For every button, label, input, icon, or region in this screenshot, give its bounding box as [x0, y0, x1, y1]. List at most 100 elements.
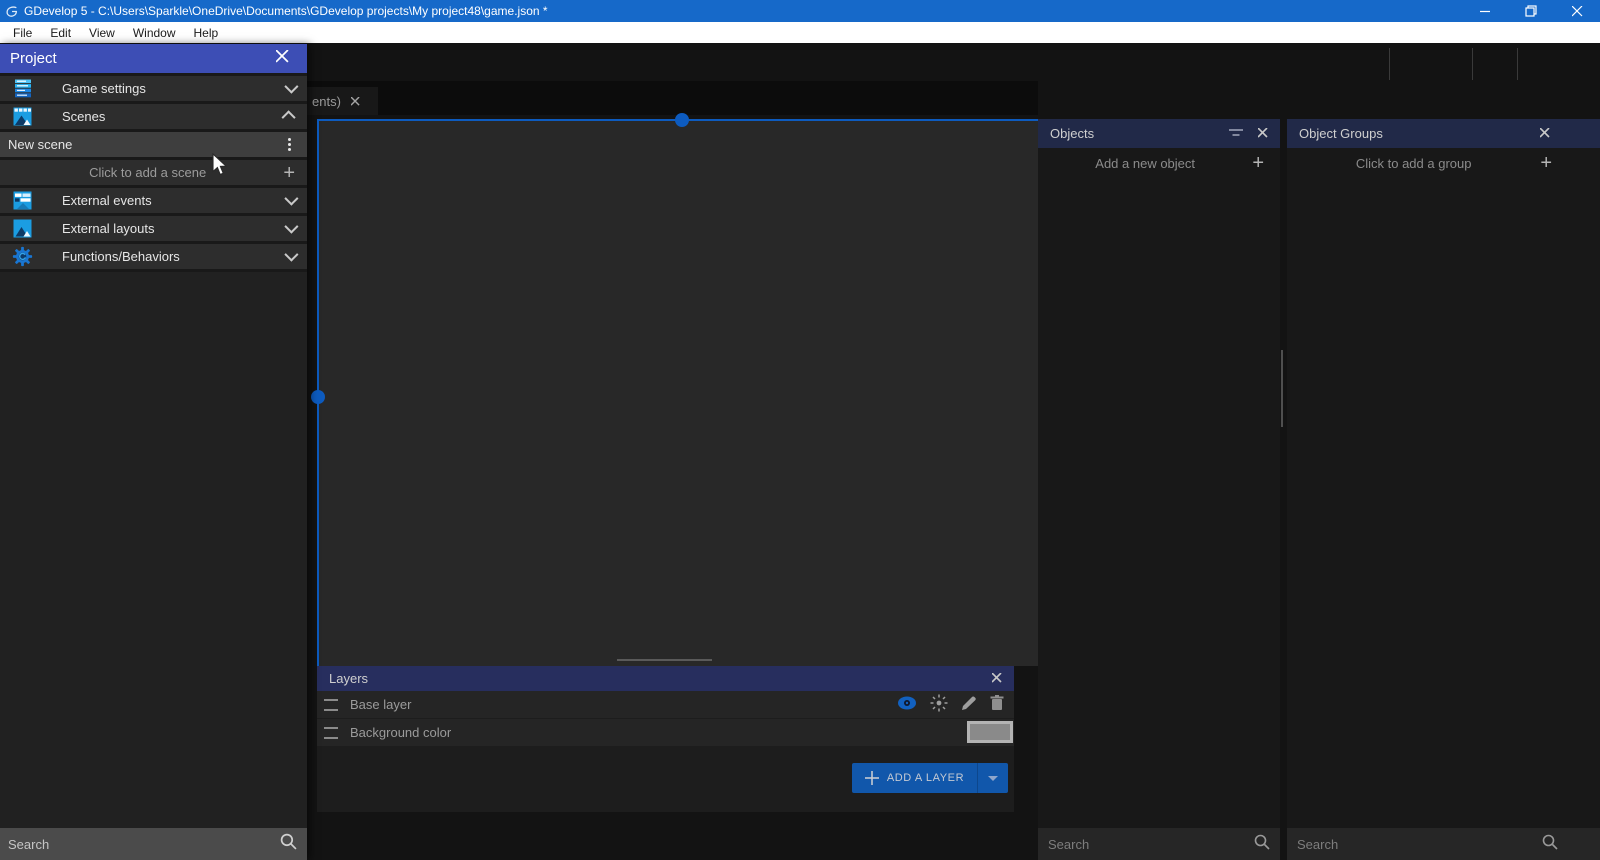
- panel-resize-handle[interactable]: [1281, 350, 1283, 427]
- project-search-input[interactable]: [0, 836, 280, 853]
- object-groups-search-input[interactable]: [1287, 837, 1542, 852]
- menu-view[interactable]: View: [80, 22, 124, 43]
- project-search-bar: [0, 828, 307, 860]
- project-item-external-events[interactable]: External events: [0, 188, 307, 216]
- objects-panel-title: Objects: [1050, 126, 1094, 141]
- object-groups-panel-header: Object Groups: [1287, 119, 1600, 148]
- effects-icon[interactable]: [930, 694, 948, 715]
- layer-row-background[interactable]: Background color: [317, 719, 1014, 747]
- window-title: GDevelop 5 - C:\Users\Sparkle\OneDrive\D…: [24, 4, 548, 18]
- edit-pencil-icon[interactable]: [961, 695, 977, 714]
- project-item-game-settings[interactable]: Game settings: [0, 76, 307, 104]
- menu-help[interactable]: Help: [185, 22, 228, 43]
- chevron-down-icon[interactable]: [285, 81, 295, 96]
- scenes-icon: [12, 106, 33, 127]
- selection-handle-top[interactable]: [675, 113, 689, 127]
- background-color-swatch[interactable]: [967, 721, 1013, 743]
- drag-handle-icon[interactable]: [324, 699, 338, 711]
- toolbar-divider: [1517, 48, 1518, 80]
- layer-name: Background color: [350, 725, 451, 740]
- add-group-label: Click to add a group: [1287, 156, 1540, 171]
- project-item-external-layouts[interactable]: External layouts: [0, 216, 307, 244]
- project-tree: Game settings Scenes New scene: [0, 73, 307, 272]
- more-options-icon[interactable]: [288, 138, 295, 151]
- objects-close-icon[interactable]: [1258, 126, 1268, 141]
- game-settings-icon: [12, 78, 33, 99]
- scene-item-new-scene[interactable]: New scene: [0, 132, 307, 160]
- add-layer-button[interactable]: ADD A LAYER: [852, 763, 1008, 793]
- chevron-down-icon[interactable]: [285, 193, 295, 208]
- add-layer-dropdown[interactable]: [977, 763, 1008, 793]
- add-scene-row[interactable]: Click to add a scene +: [0, 160, 307, 188]
- project-panel: Project Game settings: [0, 44, 307, 860]
- project-close-icon[interactable]: [276, 50, 297, 67]
- project-item-scenes[interactable]: Scenes: [0, 104, 307, 132]
- project-item-label: External events: [62, 193, 152, 208]
- external-layouts-icon: [12, 218, 33, 239]
- close-window-button[interactable]: [1554, 0, 1600, 22]
- tab-label: ents): [312, 94, 341, 109]
- window-controls: [1462, 0, 1600, 22]
- tab-close-icon[interactable]: [351, 94, 360, 109]
- layer-name: Base layer: [350, 697, 411, 712]
- layers-panel-header: Layers: [317, 666, 1014, 691]
- project-item-label: Functions/Behaviors: [62, 249, 180, 264]
- menu-bar: File Edit View Window Help: [0, 22, 1600, 43]
- object-groups-search-bar: [1287, 828, 1600, 860]
- layer-actions: [897, 694, 1014, 715]
- add-object-label: Add a new object: [1038, 156, 1252, 171]
- add-layer-main[interactable]: ADD A LAYER: [852, 763, 977, 793]
- add-group-row[interactable]: Click to add a group +: [1287, 148, 1600, 178]
- object-groups-panel-title: Object Groups: [1299, 126, 1383, 141]
- objects-panel-header: Objects: [1038, 119, 1280, 148]
- visibility-eye-icon[interactable]: [897, 696, 917, 713]
- gdevelop-window: GDevelop 5 - C:\Users\Sparkle\OneDrive\D…: [0, 0, 1600, 860]
- gdevelop-logo-icon: [5, 5, 18, 18]
- functions-behaviors-icon: [12, 246, 33, 267]
- title-bar: GDevelop 5 - C:\Users\Sparkle\OneDrive\D…: [0, 0, 1600, 22]
- objects-search-bar: [1038, 828, 1280, 860]
- filter-icon[interactable]: [1228, 126, 1244, 141]
- drag-handle-icon[interactable]: [324, 727, 338, 739]
- chevron-down-icon: [988, 776, 998, 781]
- object-groups-panel: Object Groups Click to add a group +: [1287, 119, 1600, 860]
- layers-panel: Layers Base layer: [317, 666, 1014, 812]
- add-icon[interactable]: +: [1540, 153, 1552, 173]
- layers-panel-title: Layers: [329, 671, 368, 686]
- project-panel-title: Project: [10, 50, 57, 67]
- editor-tab-bar: ents): [307, 81, 1038, 115]
- chevron-up-icon[interactable]: [285, 109, 295, 124]
- project-item-functions-behaviors[interactable]: Functions/Behaviors: [0, 244, 307, 272]
- toolbar-divider: [1472, 48, 1473, 80]
- restore-button[interactable]: [1508, 0, 1554, 22]
- chevron-down-icon[interactable]: [285, 249, 295, 264]
- chevron-down-icon[interactable]: [285, 221, 295, 236]
- objects-search-input[interactable]: [1038, 837, 1254, 852]
- add-icon[interactable]: +: [1252, 153, 1264, 173]
- layers-close-icon[interactable]: [992, 671, 1002, 686]
- menu-edit[interactable]: Edit: [41, 22, 80, 43]
- scene-name: New scene: [8, 137, 72, 152]
- scene-canvas[interactable]: [317, 119, 1040, 666]
- project-item-label: External layouts: [62, 221, 155, 236]
- minimize-button[interactable]: [1462, 0, 1508, 22]
- objects-panel: Objects Add a new object +: [1038, 119, 1280, 860]
- project-item-label: Game settings: [62, 81, 146, 96]
- layer-row-base[interactable]: Base layer: [317, 691, 1014, 719]
- search-icon: [1542, 834, 1558, 855]
- add-scene-label: Click to add a scene: [12, 165, 283, 180]
- toolbar-divider: [1389, 48, 1390, 80]
- project-item-label: Scenes: [62, 109, 105, 124]
- add-object-row[interactable]: Add a new object +: [1038, 148, 1280, 178]
- layers-resize-handle[interactable]: [617, 659, 712, 661]
- project-panel-header: Project: [0, 44, 307, 73]
- add-layer-label: ADD A LAYER: [887, 772, 964, 784]
- add-icon[interactable]: +: [283, 163, 295, 183]
- selection-handle-left[interactable]: [311, 390, 325, 404]
- tab-scene-events[interactable]: ents): [307, 87, 378, 115]
- menu-file[interactable]: File: [4, 22, 41, 43]
- external-events-icon: [12, 190, 33, 211]
- object-groups-close-icon[interactable]: [1540, 126, 1550, 141]
- trash-icon[interactable]: [990, 695, 1004, 714]
- menu-window[interactable]: Window: [124, 22, 185, 43]
